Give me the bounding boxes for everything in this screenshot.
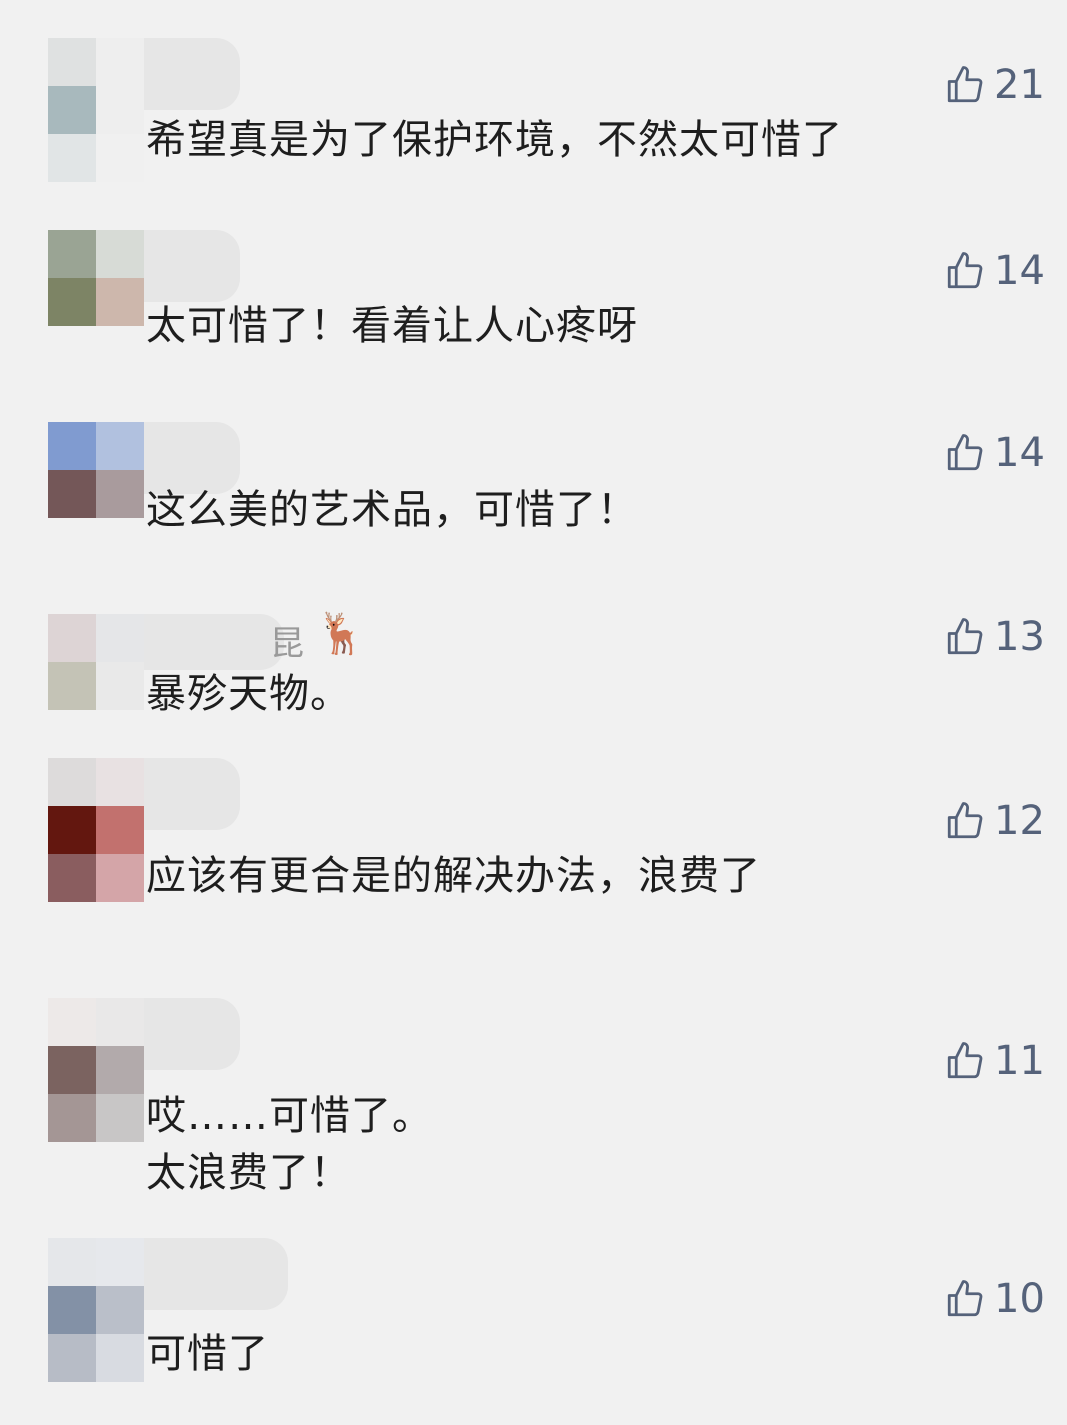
like-button[interactable]: 10 [944, 1276, 1045, 1322]
like-count: 14 [994, 430, 1045, 476]
avatar-pixel [96, 470, 144, 518]
avatar[interactable] [48, 758, 144, 902]
avatar-pixel [96, 422, 144, 470]
avatar-pixel [48, 86, 96, 134]
avatar-pixel [48, 470, 96, 518]
comment-item: 太可惜了！看着让人心疼呀 14 [0, 230, 1067, 390]
avatar[interactable] [48, 422, 144, 566]
username-blurred[interactable] [144, 758, 240, 830]
avatar-pixel [96, 614, 144, 662]
avatar-pixel [96, 710, 144, 758]
avatar-pixel [48, 278, 96, 326]
comment-item: 哎……可惜了。 太浪费了！ 11 [0, 998, 1067, 1208]
avatar-pixel [96, 806, 144, 854]
avatar[interactable] [48, 38, 144, 182]
username-blurred[interactable] [144, 998, 240, 1070]
avatar-pixel [96, 1334, 144, 1382]
avatar-pixel [48, 758, 96, 806]
avatar-pixel [96, 230, 144, 278]
thumbs-up-icon [947, 252, 983, 289]
username-blurred[interactable] [144, 614, 284, 670]
thumbs-up-icon [947, 66, 983, 103]
comment-item: 可惜了 10 [0, 1238, 1067, 1398]
avatar-pixel [48, 1046, 96, 1094]
avatar[interactable] [48, 230, 144, 374]
like-count: 10 [994, 1276, 1045, 1322]
like-count: 21 [994, 62, 1045, 108]
avatar-pixel [48, 422, 96, 470]
like-button[interactable]: 13 [944, 614, 1045, 660]
thumbs-up-icon [947, 618, 983, 655]
avatar-pixel [48, 38, 96, 86]
avatar-pixel [96, 1286, 144, 1334]
username-blurred[interactable] [144, 38, 240, 110]
avatar[interactable] [48, 614, 144, 758]
like-button[interactable]: 14 [944, 248, 1045, 294]
like-count: 11 [994, 1038, 1045, 1084]
comment-item: 应该有更合是的解决办法，浪费了 12 [0, 758, 1067, 918]
deer-emoji: 🦌 [316, 611, 366, 657]
avatar-pixel [48, 1334, 96, 1382]
like-count: 13 [994, 614, 1045, 660]
comment-item: 这么美的艺术品，可惜了！ 14 [0, 422, 1067, 566]
like-count: 12 [994, 798, 1045, 844]
avatar-pixel [96, 134, 144, 182]
like-count: 14 [994, 248, 1045, 294]
username-blurred[interactable] [144, 1238, 288, 1310]
avatar-pixel [48, 854, 96, 902]
avatar-pixel [96, 278, 144, 326]
thumbs-up-icon [947, 1042, 983, 1079]
like-button[interactable]: 11 [944, 1038, 1045, 1084]
comment-text: 希望真是为了保护环境，不然太可惜了 [146, 117, 843, 163]
avatar-pixel [96, 758, 144, 806]
like-button[interactable]: 14 [944, 430, 1045, 476]
avatar-pixel [48, 1238, 96, 1286]
comment-text: 太可惜了！看着让人心疼呀 [146, 303, 638, 349]
avatar-pixel [48, 806, 96, 854]
comment-text: 这么美的艺术品，可惜了！ [146, 487, 638, 533]
avatar[interactable] [48, 998, 144, 1142]
comment-item: 希望真是为了保护环境，不然太可惜了 21 [0, 38, 1067, 198]
avatar-pixel [48, 1286, 96, 1334]
comment-item: 昆 🦌 暴殄天物。 13 [0, 611, 1067, 758]
comment-text: 哎……可惜了。 太浪费了！ [146, 1093, 433, 1196]
avatar-pixel [96, 518, 144, 566]
avatar-pixel [48, 662, 96, 710]
comment-text: 应该有更合是的解决办法，浪费了 [146, 853, 761, 899]
avatar-pixel [96, 998, 144, 1046]
avatar-pixel [96, 1238, 144, 1286]
comment-text: 可惜了 [146, 1331, 269, 1377]
thumbs-up-icon [947, 1280, 983, 1317]
avatar[interactable] [48, 1238, 144, 1382]
avatar-pixel [48, 1094, 96, 1142]
avatar-pixel [48, 134, 96, 182]
avatar-pixel [48, 518, 96, 566]
thumbs-up-icon [947, 802, 983, 839]
thumbs-up-icon [947, 434, 983, 471]
username-fragment: 昆 [270, 624, 304, 664]
username-blurred[interactable] [144, 230, 240, 302]
avatar-pixel [48, 326, 96, 374]
like-button[interactable]: 21 [944, 62, 1045, 108]
avatar-pixel [96, 854, 144, 902]
avatar-pixel [48, 710, 96, 758]
avatar-pixel [96, 662, 144, 710]
avatar-pixel [96, 1094, 144, 1142]
comment-text: 暴殄天物。 [146, 671, 351, 717]
avatar-pixel [48, 998, 96, 1046]
avatar-pixel [48, 230, 96, 278]
avatar-pixel [96, 86, 144, 134]
avatar-pixel [96, 38, 144, 86]
avatar-pixel [48, 614, 96, 662]
avatar-pixel [96, 1046, 144, 1094]
like-button[interactable]: 12 [944, 798, 1045, 844]
avatar-pixel [96, 326, 144, 374]
